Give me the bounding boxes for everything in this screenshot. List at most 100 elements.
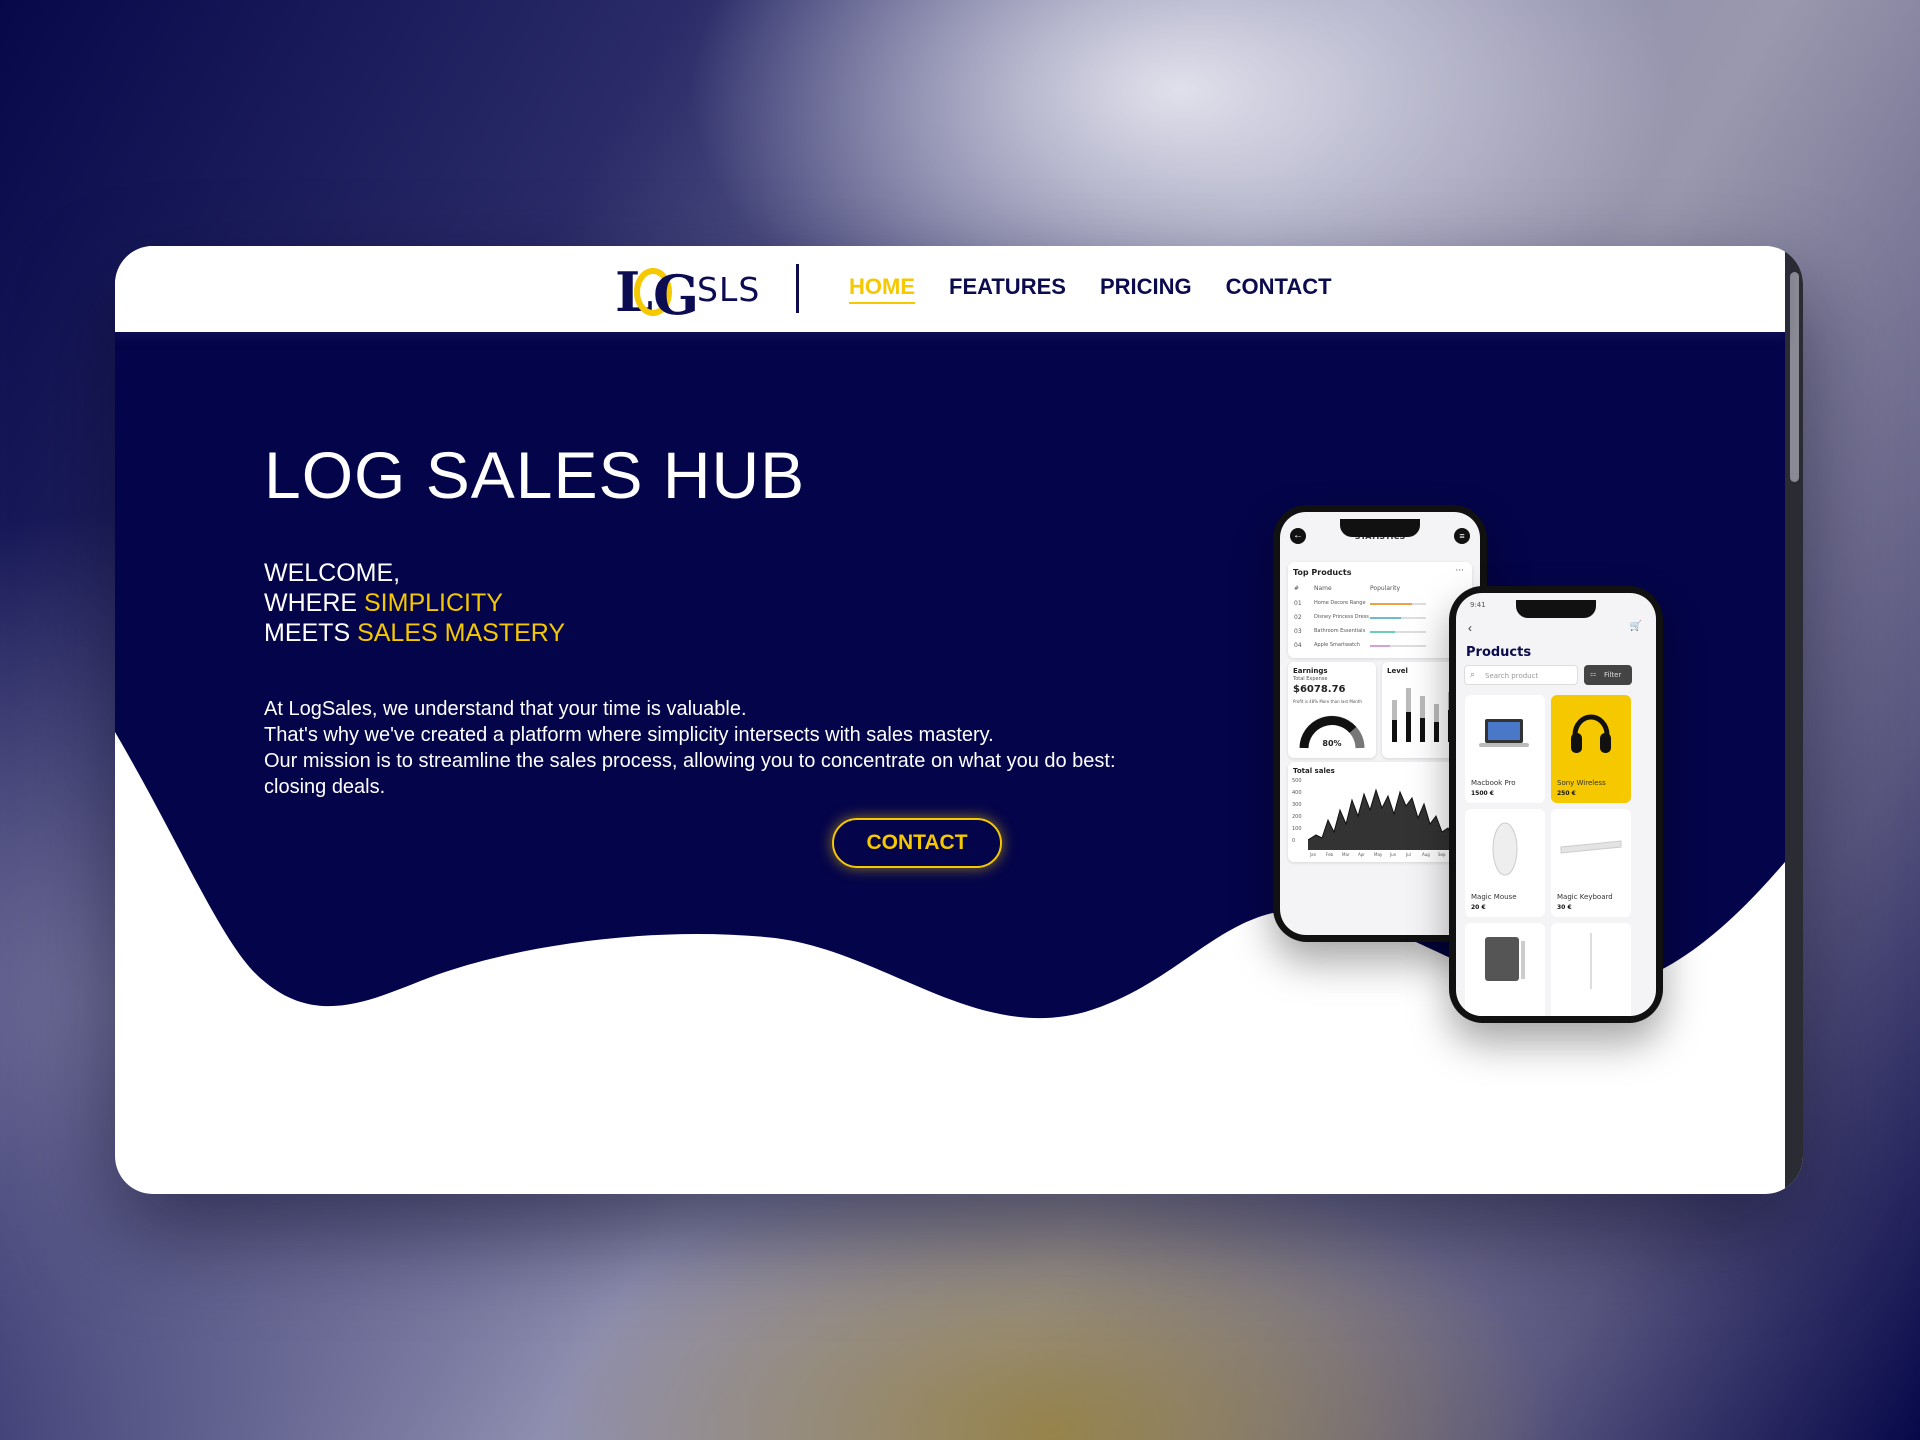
browser-window: L G SLS HOME FEATURES PRICING CONTACT LO… [115, 246, 1803, 1194]
product-price: 1500 € [1471, 790, 1494, 797]
product-card-magic-mouse[interactable]: Magic Mouse 20 € [1465, 809, 1545, 917]
col-popularity: Popularity [1370, 585, 1401, 592]
tagline-highlight-sales-mastery: SALES MASTERY [357, 619, 566, 647]
popularity-bar [1370, 617, 1401, 619]
nav-features[interactable]: FEATURES [949, 274, 1066, 304]
description-line-1: At LogSales, we understand that your tim… [264, 698, 747, 720]
top-products-card: Top Products ··· # Name Popularity 01 Hom… [1288, 562, 1472, 658]
total-sales-area-chart [1308, 788, 1468, 850]
row-rank: 01 [1294, 600, 1302, 607]
col-rank: # [1294, 585, 1300, 592]
sales-x-tick: Aug [1422, 852, 1430, 857]
top-product-row: 02 Disney Princess Dress [1288, 612, 1472, 624]
status-time: 9:41 [1470, 601, 1486, 609]
row-name: Apple Smartwatch [1314, 642, 1360, 648]
filter-label: Filter [1604, 671, 1622, 679]
tagline-highlight-simplicity: SIMPLICITY [364, 589, 503, 617]
tagline-line-2-prefix: WHERE [264, 589, 364, 617]
nav-contact[interactable]: CONTACT [1226, 274, 1332, 304]
product-price: 30 € [1557, 904, 1572, 911]
top-product-row: 01 Home Decore Range [1288, 598, 1472, 610]
product-card-macbook[interactable]: Macbook Pro 1500 € [1465, 695, 1545, 803]
hero-tagline: WELCOME, WHERE SIMPLICITY MEETS SALES MA… [264, 558, 565, 648]
laptop-icon [1479, 719, 1529, 747]
sales-x-tick: May [1374, 852, 1383, 857]
nav-pricing[interactable]: PRICING [1100, 274, 1192, 304]
sales-y-tick: 400 [1292, 790, 1302, 796]
gauge-value: 80% [1322, 739, 1342, 748]
level-title: Level [1387, 667, 1408, 675]
top-product-row: 03 Bathroom Essentials [1288, 626, 1472, 638]
sales-y-tick: 500 [1292, 778, 1302, 784]
row-name: Bathroom Essentials [1314, 628, 1366, 634]
row-rank: 03 [1294, 628, 1302, 635]
tagline-line-3-prefix: MEETS [264, 619, 358, 647]
keyboard-icon [1560, 840, 1622, 854]
popularity-bar [1370, 631, 1396, 633]
product-search-input[interactable]: ⌕ Search product [1464, 665, 1578, 685]
sales-x-tick: Mar [1342, 852, 1350, 857]
total-sales-card: Total sales 500 400 300 200 100 0 Jan Feb Mar Ap… [1288, 762, 1472, 862]
product-price: 20 € [1471, 904, 1486, 911]
row-rank: 04 [1294, 642, 1302, 649]
product-price: 250 € [1557, 790, 1576, 797]
sales-y-tick: 0 [1292, 838, 1296, 844]
contact-button[interactable]: CONTACT [832, 818, 1002, 868]
phone-products-mockup: 9:41 ‹ 🛒 Products ⌕ Search product ⚏ Fil… [1449, 586, 1663, 1023]
product-card-ipad[interactable] [1465, 923, 1545, 1016]
sales-x-tick: Feb [1326, 852, 1334, 857]
tagline-line-2: WHERE SIMPLICITY [264, 588, 565, 618]
sales-x-tick: Jun [1390, 852, 1397, 857]
logo-mark-icon: L G [615, 260, 699, 327]
product-name: Magic Keyboard [1557, 893, 1613, 901]
nav-home[interactable]: HOME [849, 274, 915, 304]
row-rank: 02 [1294, 614, 1302, 621]
sales-y-tick: 300 [1292, 802, 1302, 808]
sales-x-tick: Jan [1310, 852, 1317, 857]
sales-x-tick: Apr [1358, 852, 1365, 857]
product-name: Magic Mouse [1471, 893, 1517, 901]
nav-links: HOME FEATURES PRICING CONTACT [849, 274, 1332, 304]
menu-icon[interactable]: ≡ [1454, 528, 1470, 544]
tagline-line-1: WELCOME, [264, 559, 401, 587]
popularity-bar [1370, 645, 1390, 647]
description-line-2: That's why we've created a platform wher… [264, 724, 994, 746]
earnings-note: Profit is 48% More than last Month [1293, 699, 1362, 704]
hero-section: LOG SALES HUB WELCOME, WHERE SIMPLICITY … [115, 332, 1785, 1194]
top-products-title: Top Products [1293, 568, 1352, 577]
product-card-magic-keyboard[interactable]: Magic Keyboard 30 € [1551, 809, 1631, 917]
earnings-sub: Total Expense [1293, 676, 1328, 682]
product-card-sony[interactable]: Sony Wireless 250 € [1551, 695, 1631, 803]
product-name: Macbook Pro [1471, 779, 1516, 787]
scrollbar[interactable] [1785, 246, 1803, 1194]
phone-products-screen: 9:41 ‹ 🛒 Products ⌕ Search product ⚏ Fil… [1456, 593, 1656, 1016]
row-name: Disney Princess Dress [1314, 614, 1369, 620]
products-title: Products [1466, 645, 1532, 660]
row-name: Home Decore Range [1314, 600, 1366, 606]
description-line-3: Our mission is to streamline the sales p… [264, 750, 1116, 798]
headphones-icon [1571, 714, 1611, 753]
sales-y-tick: 100 [1292, 826, 1302, 832]
top-product-row: 04 Apple Smartwatch [1288, 640, 1472, 652]
more-icon[interactable]: ··· [1455, 566, 1464, 576]
search-icon: ⌕ [1470, 669, 1476, 679]
cart-icon[interactable]: 🛒 [1630, 621, 1642, 632]
hero-description: At LogSales, we understand that your tim… [264, 696, 1124, 800]
logo-text: SLS [697, 270, 761, 309]
filter-icon: ⚏ [1590, 671, 1597, 678]
pencil-icon [1590, 933, 1592, 989]
logo[interactable]: L G SLS [615, 260, 761, 327]
product-card-pencil[interactable] [1551, 923, 1631, 1016]
filter-button[interactable]: ⚏ Filter [1584, 665, 1632, 685]
tablet-icon [1485, 937, 1525, 981]
earnings-value: $6078.76 [1293, 684, 1346, 695]
scrollbar-thumb[interactable] [1790, 272, 1799, 482]
earnings-title: Earnings [1293, 667, 1328, 675]
svg-text:G: G [653, 263, 695, 318]
sales-x-tick: Jul [1406, 852, 1411, 857]
nav-divider [796, 264, 799, 313]
navbar: L G SLS HOME FEATURES PRICING CONTACT [115, 246, 1785, 332]
hero-title: LOG SALES HUB [264, 438, 806, 512]
product-name: Sony Wireless [1557, 779, 1606, 787]
back-chevron-icon[interactable]: ‹ [1468, 621, 1472, 635]
